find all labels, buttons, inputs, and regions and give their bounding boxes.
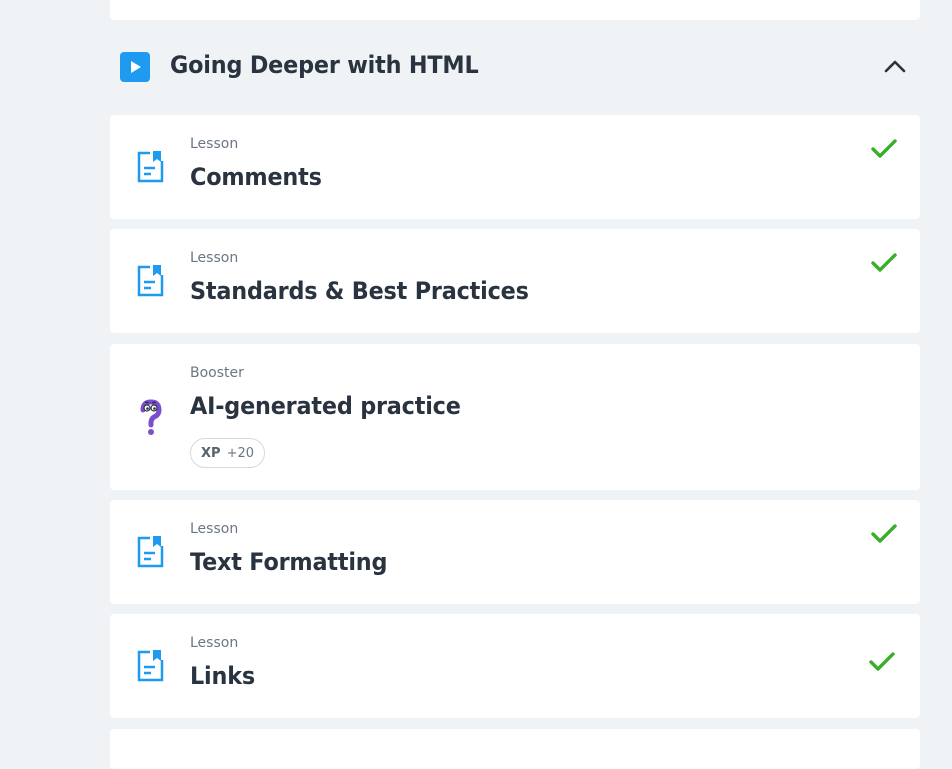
lesson-item-comments[interactable]: Lesson Comments xyxy=(110,115,920,219)
section-title: Going Deeper with HTML xyxy=(170,51,479,79)
lesson-document-icon xyxy=(136,263,166,299)
lesson-document-icon xyxy=(136,534,166,570)
item-title: Text Formatting xyxy=(190,548,388,576)
lesson-item-links[interactable]: Lesson Links xyxy=(110,614,920,718)
item-type-label: Lesson xyxy=(190,635,239,651)
item-type-label: Lesson xyxy=(190,136,239,152)
xp-badge: XP +20 xyxy=(190,438,265,468)
item-title: AI-generated practice xyxy=(190,392,461,420)
item-type-label: Lesson xyxy=(190,250,239,266)
checkmark-icon xyxy=(868,249,900,277)
xp-value: +20 xyxy=(226,445,254,461)
lesson-document-icon xyxy=(136,149,166,185)
play-icon[interactable] xyxy=(120,52,150,82)
checkmark-icon xyxy=(868,135,900,163)
booster-item-ai-practice[interactable]: Booster AI-generated practice XP +20 xyxy=(110,344,920,490)
item-title: Links xyxy=(190,662,255,690)
item-title: Comments xyxy=(190,163,322,191)
lesson-item-text-formatting[interactable]: Lesson Text Formatting xyxy=(110,500,920,604)
xp-label: XP xyxy=(201,445,221,461)
previous-section-card xyxy=(110,0,920,20)
next-item-card[interactable] xyxy=(110,729,920,769)
item-type-label: Booster xyxy=(190,365,244,381)
item-title: Standards & Best Practices xyxy=(190,277,529,305)
lesson-document-icon xyxy=(136,648,166,684)
question-mark-character-icon xyxy=(134,394,168,438)
section-header[interactable]: Going Deeper with HTML xyxy=(110,40,920,94)
chevron-up-icon[interactable] xyxy=(880,52,910,82)
item-type-label: Lesson xyxy=(190,521,239,537)
checkmark-icon xyxy=(868,520,900,548)
lesson-item-standards[interactable]: Lesson Standards & Best Practices xyxy=(110,229,920,333)
checkmark-icon xyxy=(866,648,898,676)
